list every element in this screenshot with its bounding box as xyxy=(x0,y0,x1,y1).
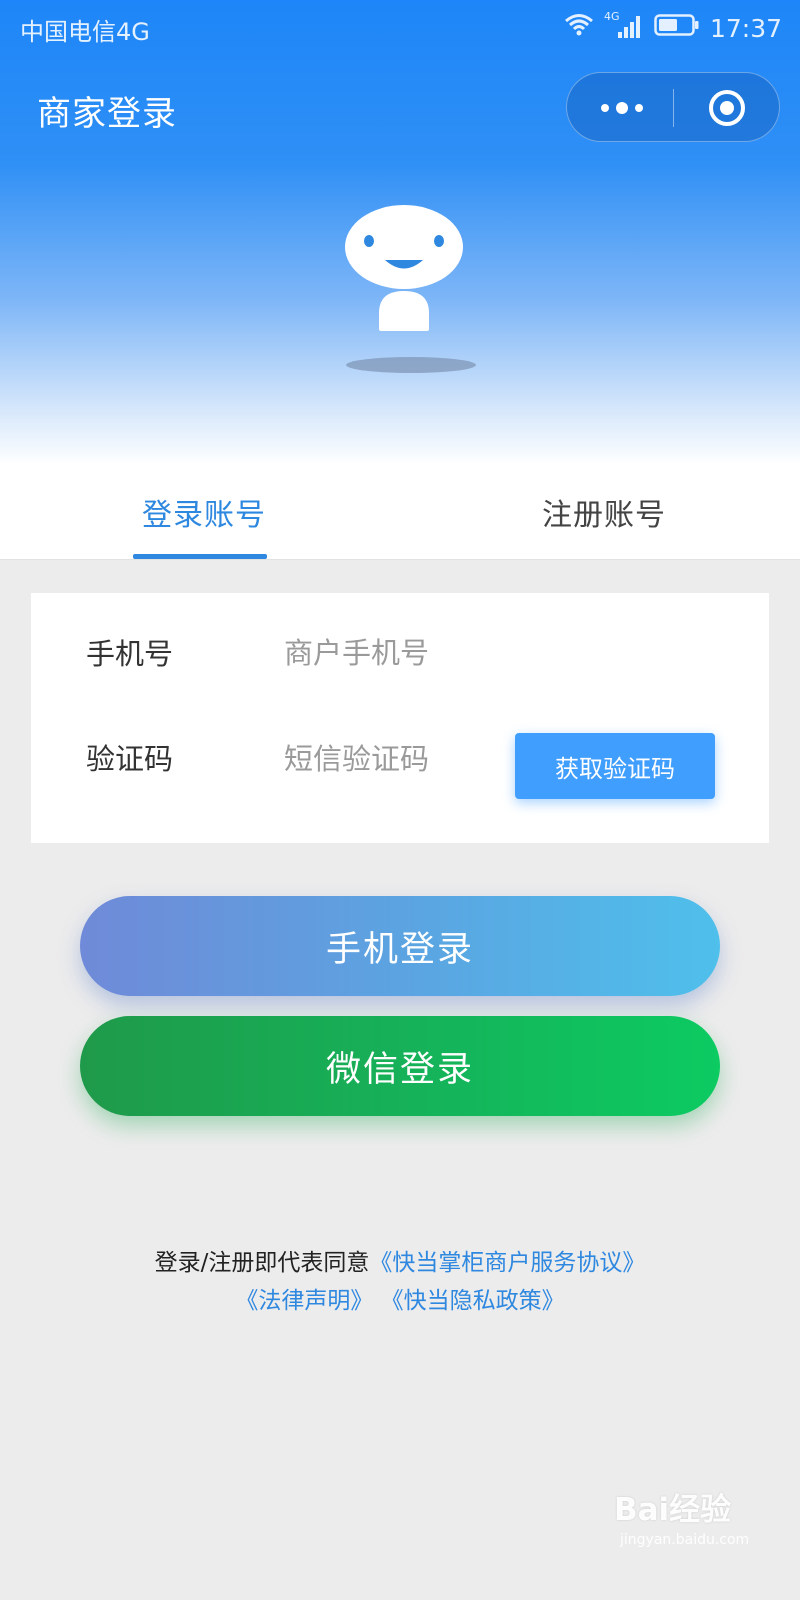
capsule-divider xyxy=(673,89,674,127)
mascot-icon xyxy=(343,205,479,385)
phone-label: 手机号 xyxy=(86,637,174,671)
status-time: 17:37 xyxy=(709,13,782,43)
watermark-url: jingyan.baidu.com xyxy=(620,1532,750,1548)
carrier-label: 中国电信4G xyxy=(20,18,150,46)
mini-program-capsule xyxy=(566,72,780,142)
agreement-line-2: 《法律声明》 《快当隐私政策》 xyxy=(0,1282,800,1320)
legal-statement-link[interactable]: 《法律声明》 xyxy=(235,1288,373,1314)
status-icons: 4G 17:37 xyxy=(564,10,782,46)
tab-login[interactable]: 登录账号 xyxy=(142,490,266,534)
wifi-icon xyxy=(564,12,594,44)
signal-icon: 4G xyxy=(604,10,644,46)
login-form: 手机号 验证码 获取验证码 xyxy=(31,593,769,843)
page-title: 商家登录 xyxy=(37,94,177,134)
battery-icon xyxy=(654,12,700,44)
status-bar: 中国电信4G 4G 17:37 xyxy=(0,0,800,56)
active-tab-indicator xyxy=(133,554,267,559)
agreement-line-1: 登录/注册即代表同意《快当掌柜商户服务协议》 xyxy=(0,1244,800,1282)
phone-input[interactable] xyxy=(284,628,514,678)
code-input[interactable] xyxy=(284,734,514,784)
network-type-label: 4G xyxy=(604,10,620,23)
agreement-prefix: 登录/注册即代表同意 xyxy=(154,1250,370,1276)
wechat-login-button[interactable]: 微信登录 xyxy=(80,1016,720,1116)
code-label: 验证码 xyxy=(86,742,174,776)
baidu-watermark: Bai经验 jingyan.baidu.com xyxy=(614,1484,784,1584)
get-code-button[interactable]: 获取验证码 xyxy=(515,733,715,799)
tab-bar: 登录账号 注册账号 xyxy=(0,470,800,560)
watermark-logo: Bai经验 xyxy=(614,1492,732,1528)
close-target-icon[interactable] xyxy=(707,88,747,128)
agreement-text: 登录/注册即代表同意《快当掌柜商户服务协议》 《法律声明》 《快当隐私政策》 xyxy=(0,1244,800,1320)
tab-register[interactable]: 注册账号 xyxy=(542,490,666,534)
phone-login-button[interactable]: 手机登录 xyxy=(80,896,720,996)
service-agreement-link[interactable]: 《快当掌柜商户服务协议》 xyxy=(369,1250,645,1276)
more-dots-icon[interactable] xyxy=(597,95,647,121)
privacy-policy-link[interactable]: 《快当隐私政策》 xyxy=(381,1288,565,1314)
